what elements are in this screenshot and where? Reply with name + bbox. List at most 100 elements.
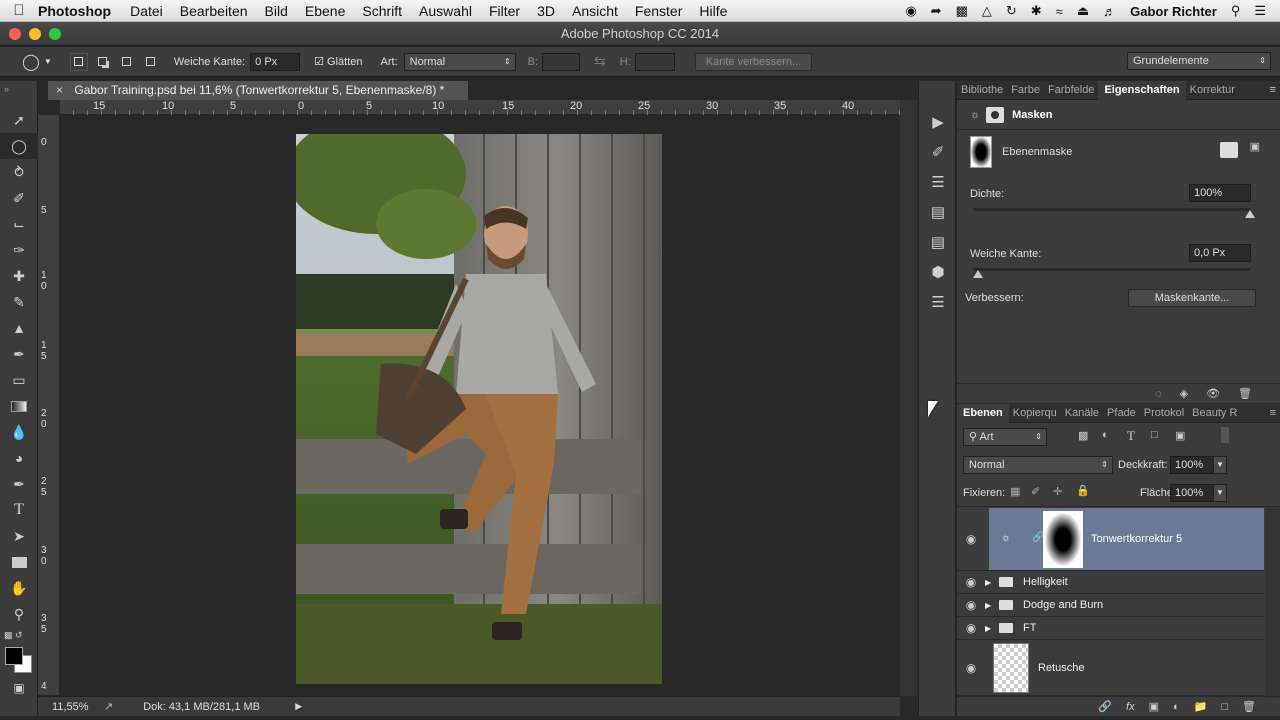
type-tool-icon[interactable]: T: [0, 497, 38, 523]
panel-menu-icon[interactable]: ≡: [1266, 84, 1280, 96]
dodge-tool-icon[interactable]: ◕: [0, 445, 38, 471]
add-mask-icon[interactable]: ▣: [1149, 700, 1159, 713]
opacity-input[interactable]: 100%: [1170, 456, 1214, 474]
expand-group-icon[interactable]: ▶: [985, 601, 999, 610]
menu-schrift[interactable]: Schrift: [362, 3, 402, 19]
layer-row[interactable]: ◉ ▶ Helligkeit: [957, 571, 1264, 594]
fill-input[interactable]: 100%: [1170, 484, 1214, 502]
tab-farbe[interactable]: Farbe: [1007, 84, 1044, 96]
filter-pixel-icon[interactable]: ▩: [1078, 429, 1088, 442]
quick-mask-icon[interactable]: ▣: [0, 675, 38, 701]
lock-pixels-icon[interactable]: ✐: [1031, 485, 1040, 498]
layer-name[interactable]: Retusche: [1038, 662, 1084, 674]
width-input[interactable]: [542, 52, 581, 71]
menu-datei[interactable]: Datei: [130, 3, 163, 19]
new-group-icon[interactable]: 📁: [1194, 700, 1208, 713]
canvas-vertical-scrollbar[interactable]: [900, 100, 917, 696]
layers-scrollbar[interactable]: [1265, 508, 1280, 698]
brush-presets-icon[interactable]: ✐: [919, 137, 957, 167]
lasso-tool-icon[interactable]: ⥁: [0, 159, 38, 185]
layer-name[interactable]: Dodge and Burn: [1023, 599, 1103, 611]
menu-fenster[interactable]: Fenster: [635, 3, 682, 19]
pixel-mask-icon[interactable]: [1220, 142, 1238, 158]
close-document-icon[interactable]: ×: [56, 83, 63, 97]
brush-tool-icon[interactable]: ✎: [0, 289, 38, 315]
menu-filter[interactable]: Filter: [489, 3, 520, 19]
eye-icon[interactable]: ◉: [957, 621, 985, 635]
eye-icon[interactable]: ◉: [957, 661, 985, 675]
intersect-selection-icon[interactable]: [142, 53, 160, 71]
swap-width-height-icon[interactable]: ⇆: [594, 53, 606, 70]
lock-position-icon[interactable]: ✛: [1053, 485, 1062, 498]
tab-bibliothek[interactable]: Bibliothe: [957, 84, 1007, 96]
lock-all-icon[interactable]: 🔒: [1076, 484, 1090, 497]
delete-mask-icon[interactable]: 🗑: [1238, 387, 1252, 400]
status-menu-arrow-icon[interactable]: ▶: [295, 701, 302, 712]
minimize-window-icon[interactable]: [29, 28, 41, 40]
layer-row[interactable]: ◉ ▶ Dodge and Burn: [957, 594, 1264, 617]
layer-mask-thumbnail[interactable]: [1043, 511, 1083, 568]
feather-slider-thumb[interactable]: [973, 270, 983, 278]
display-icon[interactable]: ▩: [956, 3, 968, 19]
character-panel-icon[interactable]: ▤: [919, 197, 957, 227]
blend-mode-select[interactable]: Normal ⇕: [963, 456, 1113, 474]
apply-mask-icon[interactable]: ◈: [1180, 387, 1188, 400]
zoom-window-icon[interactable]: [49, 28, 61, 40]
new-selection-icon[interactable]: [69, 52, 88, 71]
tab-eigenschaften[interactable]: Eigenschaften: [1098, 80, 1186, 100]
layer-name[interactable]: Helligkeit: [1023, 576, 1068, 588]
hand-tool-icon[interactable]: ✋: [0, 575, 38, 601]
tab-ebenen[interactable]: Ebenen: [957, 403, 1009, 423]
tab-beauty-retouch[interactable]: Beauty R: [1188, 407, 1241, 419]
filter-smart-object-icon[interactable]: ▣: [1175, 429, 1185, 442]
menu-ebene[interactable]: Ebene: [305, 3, 345, 19]
mask-icon[interactable]: [986, 106, 1005, 123]
layer-row[interactable]: ◉ Retusche: [957, 640, 1264, 696]
collapse-panel-icon[interactable]: »: [0, 81, 37, 107]
filter-type-icon[interactable]: T: [1127, 428, 1135, 444]
layer-name[interactable]: Tonwertkorrektur 5: [1091, 533, 1182, 545]
blur-tool-icon[interactable]: 💧: [0, 419, 38, 445]
eyedropper-tool-icon[interactable]: ✑: [0, 237, 38, 263]
clone-stamp-tool-icon[interactable]: ▲: [0, 315, 38, 341]
eraser-tool-icon[interactable]: ▭: [0, 367, 38, 393]
menu-bild[interactable]: Bild: [265, 3, 288, 19]
wifi-icon[interactable]: ≈: [1056, 4, 1063, 19]
opacity-dropdown-icon[interactable]: ▼: [1213, 456, 1227, 474]
antialias-checkbox[interactable]: ☑: [314, 55, 324, 68]
feather-slider-track[interactable]: [973, 268, 1250, 271]
chevron-down-icon[interactable]: ▼: [44, 57, 52, 66]
filter-adjustment-icon[interactable]: ◐: [1102, 429, 1109, 441]
tab-kopierquelle[interactable]: Kopierqu: [1009, 407, 1061, 419]
3d-panel-icon[interactable]: ⬢: [919, 257, 957, 287]
crop-tool-icon[interactable]: ⌙: [0, 211, 38, 237]
subtract-from-selection-icon[interactable]: [118, 53, 136, 71]
tab-kanaele[interactable]: Kanäle: [1061, 407, 1103, 419]
eject-icon[interactable]: ⏏: [1077, 3, 1089, 19]
feather-input[interactable]: 0 Px: [250, 52, 301, 71]
arrows-icon[interactable]: ➦: [931, 3, 942, 19]
elliptical-marquee-tool-icon[interactable]: ◯: [0, 133, 38, 159]
elliptical-marquee-tool-preset-icon[interactable]: ◯: [22, 52, 40, 72]
path-selection-tool-icon[interactable]: ➤: [0, 523, 38, 549]
quick-selection-tool-icon[interactable]: ✐: [0, 185, 38, 211]
time-machine-icon[interactable]: ↻: [1006, 3, 1017, 19]
style-select[interactable]: Normal ⇕: [403, 52, 516, 71]
swap-colors-icon[interactable]: ▩ ↺: [0, 627, 37, 643]
tab-pfade[interactable]: Pfade: [1103, 407, 1140, 419]
height-input[interactable]: [634, 52, 675, 71]
tab-protokoll[interactable]: Protokol: [1140, 407, 1188, 419]
lock-transparency-icon[interactable]: ▦: [1010, 485, 1020, 498]
app-menu[interactable]: Photoshop: [38, 3, 111, 19]
history-brush-tool-icon[interactable]: ✒: [0, 341, 38, 367]
new-layer-icon[interactable]: □: [1221, 701, 1228, 713]
new-adjustment-icon[interactable]: ◐: [1173, 701, 1180, 713]
layer-style-icon[interactable]: fx: [1126, 701, 1135, 713]
notes-panel-icon[interactable]: ▤: [919, 227, 957, 257]
menu-auswahl[interactable]: Auswahl: [419, 3, 472, 19]
layers-panel-icon[interactable]: ☰: [919, 287, 957, 317]
density-input[interactable]: 100%: [1189, 184, 1251, 202]
airplay-icon[interactable]: △: [982, 3, 992, 19]
menu-3d[interactable]: 3D: [537, 3, 555, 19]
load-selection-icon[interactable]: ◌: [1155, 388, 1162, 400]
